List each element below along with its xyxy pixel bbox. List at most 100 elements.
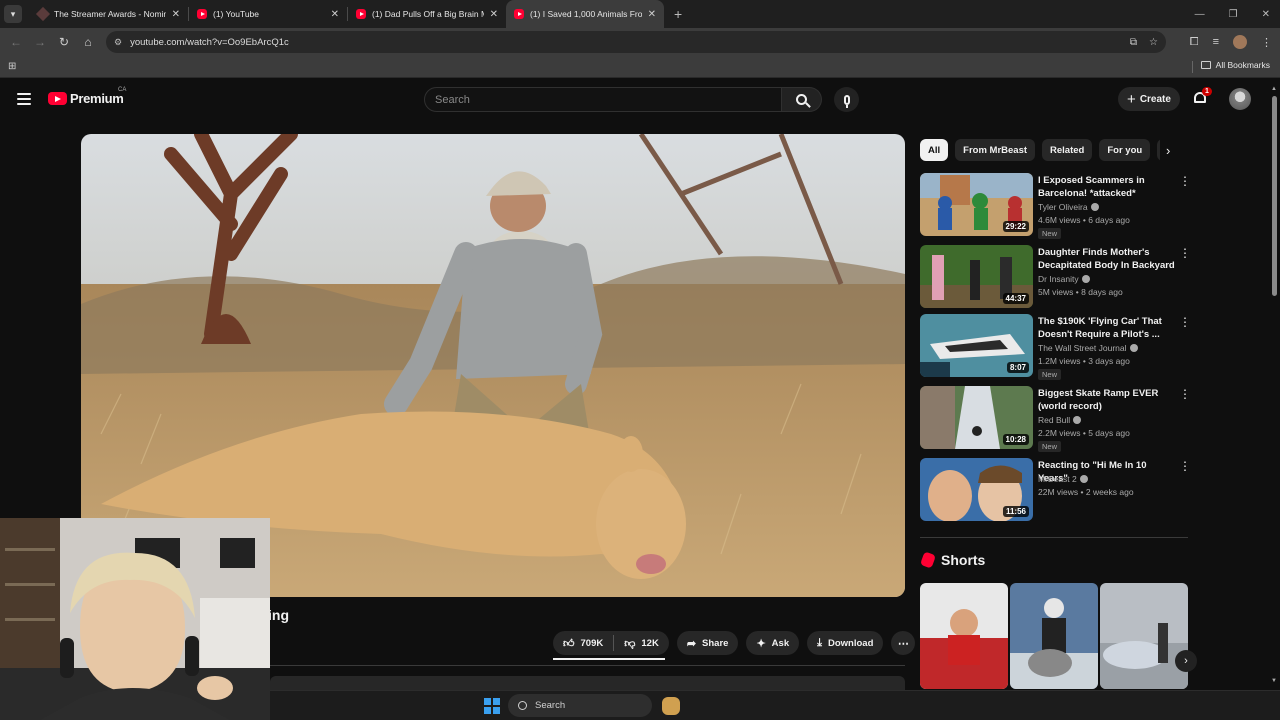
- recommendation-item[interactable]: 10:28 Biggest Skate Ramp EVER (world rec…: [920, 386, 1191, 452]
- search-field[interactable]: [424, 87, 782, 112]
- more-vertical-icon[interactable]: ⋮: [1179, 460, 1191, 472]
- share-button[interactable]: ➦ Share: [676, 631, 739, 655]
- recommendation-item[interactable]: 29:22 I Exposed Scammers in Barcelona! *…: [920, 173, 1191, 239]
- extensions-icon[interactable]: ⧠: [1190, 36, 1199, 49]
- reload-icon[interactable]: ↻: [52, 35, 76, 49]
- recommendation-title[interactable]: I Exposed Scammers in Barcelona! *attack…: [1038, 174, 1178, 200]
- search-button[interactable]: [782, 87, 822, 112]
- recommendation-item[interactable]: 11:56 Reacting to "Hi Me In 10 Years" Mr…: [920, 458, 1191, 522]
- chip-from-mrbeast[interactable]: From MrBeast: [955, 139, 1036, 161]
- close-tab-icon[interactable]: ✕: [331, 9, 339, 20]
- streamer-awards-icon: [35, 6, 51, 22]
- channel-name[interactable]: Red Bull: [1038, 415, 1082, 425]
- taskbar-search[interactable]: Search: [508, 694, 652, 717]
- tab-title: The Streamer Awards - Nominations: [54, 9, 166, 19]
- media-controls-icon[interactable]: ≡: [1213, 36, 1219, 48]
- shorts-next-button[interactable]: ›: [1175, 650, 1197, 672]
- more-vertical-icon[interactable]: ⋮: [1179, 316, 1191, 328]
- browser-toolbar: ← → ↻ ⌂ ⚙ youtube.com/watch?v=Oo9EbArcQ1…: [0, 28, 1280, 56]
- recommendation-title[interactable]: Daughter Finds Mother's Decapitated Body…: [1038, 246, 1178, 272]
- chip-for-you[interactable]: For you: [1099, 139, 1151, 161]
- close-tab-icon[interactable]: ✕: [172, 9, 180, 20]
- video-thumbnail[interactable]: 29:22: [920, 173, 1033, 236]
- more-actions-button[interactable]: ⋯: [891, 631, 916, 655]
- dislike-button[interactable]: 👎︎ 12K: [614, 631, 669, 655]
- install-app-icon[interactable]: ⧉: [1130, 37, 1137, 48]
- url-text[interactable]: youtube.com/watch?v=Oo9EbArcQ1c: [130, 37, 289, 48]
- browser-tab-active[interactable]: (1) I Saved 1,000 Animals From Dying ✕: [506, 0, 664, 28]
- account-avatar[interactable]: [1229, 88, 1251, 110]
- browser-menu-icon[interactable]: ⋮: [1261, 36, 1272, 49]
- verified-check-icon: [1081, 275, 1090, 283]
- tab-title: (1) YouTube: [213, 9, 259, 19]
- bookmark-star-icon[interactable]: ☆: [1149, 37, 1158, 48]
- forward-icon[interactable]: →: [28, 35, 52, 49]
- apps-grid-icon[interactable]: ⊞: [8, 61, 16, 72]
- channel-name[interactable]: The Wall Street Journal: [1038, 343, 1138, 353]
- sparkle-icon: ✦: [756, 637, 766, 650]
- search-icon: [518, 701, 527, 710]
- channel-name[interactable]: MrBeast 2: [1038, 474, 1088, 484]
- channel-name[interactable]: Tyler Oliveira: [1038, 202, 1099, 212]
- all-bookmarks-label: All Bookmarks: [1215, 60, 1270, 70]
- chip-all[interactable]: All: [920, 139, 949, 161]
- channel-label: Tyler Oliveira: [1038, 202, 1088, 212]
- restore-icon[interactable]: ❐: [1229, 9, 1238, 20]
- menu-hamburger-icon[interactable]: [17, 93, 31, 105]
- like-button[interactable]: 👍︎ 709K: [553, 631, 613, 655]
- voice-search-button[interactable]: [834, 87, 859, 112]
- browser-tab[interactable]: The Streamer Awards - Nominations ✕: [30, 0, 188, 28]
- video-thumbnail[interactable]: 11:56: [920, 458, 1033, 521]
- recommendation-title[interactable]: Biggest Skate Ramp EVER (world record): [1038, 387, 1178, 413]
- short-thumbnail[interactable]: [1010, 583, 1098, 689]
- browser-tab[interactable]: (1) Dad Pulls Off a Big Brain Move ✕: [348, 0, 506, 28]
- all-bookmarks-button[interactable]: All Bookmarks: [1200, 60, 1270, 70]
- short-thumbnail[interactable]: [920, 583, 1008, 689]
- scrollbar-thumb[interactable]: [1272, 96, 1277, 296]
- site-info-icon[interactable]: ⚙: [114, 37, 122, 48]
- like-ratio-bar: [553, 658, 665, 660]
- more-vertical-icon[interactable]: ⋮: [1179, 247, 1191, 259]
- more-vertical-icon[interactable]: ⋮: [1179, 175, 1191, 187]
- video-thumbnail[interactable]: 10:28: [920, 386, 1033, 449]
- recommendation-item[interactable]: 44:37 Daughter Finds Mother's Decapitate…: [920, 245, 1191, 309]
- back-icon[interactable]: ←: [4, 35, 28, 49]
- taskbar-placeholder-100: [662, 697, 680, 715]
- share-label: Share: [702, 637, 729, 649]
- chip-related[interactable]: Related: [1042, 139, 1093, 161]
- ask-button[interactable]: ✦ Ask: [746, 631, 800, 655]
- recommendation-item[interactable]: 8:07 The $190K 'Flying Car' That Doesn't…: [920, 314, 1191, 380]
- chevron-right-icon[interactable]: ›: [1166, 143, 1170, 158]
- folder-icon: [1200, 61, 1211, 69]
- channel-name[interactable]: Dr Insanity: [1038, 274, 1090, 284]
- create-button[interactable]: + Create: [1118, 87, 1180, 111]
- close-tab-icon[interactable]: ✕: [490, 9, 498, 20]
- address-bar[interactable]: ⚙ youtube.com/watch?v=Oo9EbArcQ1c ⧉ ☆: [106, 31, 1166, 53]
- chip-recently-uploaded[interactable]: R: [1157, 139, 1160, 161]
- youtube-premium-logo[interactable]: Premium CA: [48, 87, 126, 106]
- home-icon[interactable]: ⌂: [76, 35, 100, 49]
- new-tab-button[interactable]: +: [674, 6, 682, 22]
- channel-label: Red Bull: [1038, 415, 1071, 425]
- video-thumbnail[interactable]: 44:37: [920, 245, 1033, 308]
- download-button[interactable]: ⤓ Download: [807, 631, 884, 655]
- short-thumbnail[interactable]: [1100, 583, 1188, 689]
- browser-tab[interactable]: (1) YouTube ✕: [189, 0, 347, 28]
- search-input[interactable]: [435, 93, 781, 106]
- video-meta: 1.2M views • 3 days ago: [1038, 356, 1130, 366]
- close-window-icon[interactable]: ✕: [1262, 9, 1270, 20]
- profile-avatar[interactable]: [1233, 35, 1247, 49]
- more-vertical-icon[interactable]: ⋮: [1179, 388, 1191, 400]
- scroll-down-arrow-icon[interactable]: ▼: [1271, 678, 1277, 684]
- description-box[interactable]: [270, 676, 905, 690]
- video-thumbnail[interactable]: 8:07: [920, 314, 1033, 377]
- minimize-icon[interactable]: —: [1195, 9, 1205, 20]
- scroll-up-arrow-icon[interactable]: ▲: [1271, 86, 1277, 92]
- video-meta: 22M views • 2 weeks ago: [1038, 487, 1134, 497]
- close-tab-icon[interactable]: ✕: [648, 9, 656, 20]
- windows-start-icon[interactable]: [484, 698, 500, 714]
- recommendation-title[interactable]: The $190K 'Flying Car' That Doesn't Requ…: [1038, 315, 1178, 341]
- page-scrollbar[interactable]: ▲ ▼: [1270, 86, 1278, 686]
- tab-search-menu-button[interactable]: ▾: [4, 5, 22, 23]
- description-divider: [270, 665, 905, 666]
